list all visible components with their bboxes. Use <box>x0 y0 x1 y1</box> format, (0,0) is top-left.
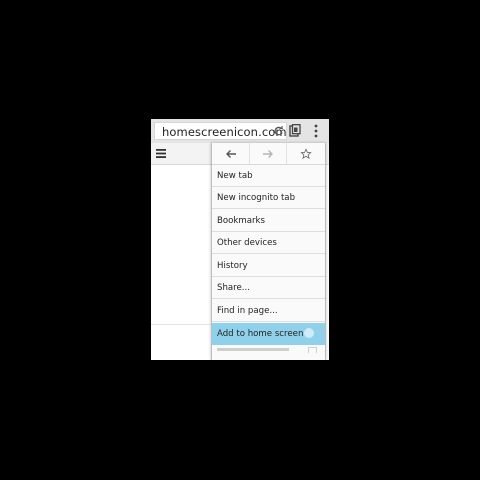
menu-item-label: Find in page... <box>217 306 278 316</box>
menu-item-label: Other devices <box>217 238 277 248</box>
address-bar: homescreenicon.com <box>151 119 329 143</box>
menu-item-label: Share... <box>217 283 250 293</box>
menu-item-history[interactable]: History <box>212 255 325 277</box>
checkbox-icon <box>308 347 317 353</box>
browser-screen: homescreenicon.com New tab New incognito… <box>151 119 329 360</box>
star-icon <box>300 148 312 159</box>
menu-item-label: New tab <box>217 171 253 181</box>
page-divider <box>151 324 213 325</box>
menu-item-share[interactable]: Share... <box>212 277 325 299</box>
back-button[interactable] <box>212 143 250 164</box>
menu-item-cut-off[interactable] <box>212 346 325 360</box>
menu-item-cut-off-text <box>217 348 289 351</box>
menu-item-label: Bookmarks <box>217 216 266 226</box>
menu-item-find-in-page[interactable]: Find in page... <box>212 300 325 322</box>
menu-item-label: New incognito tab <box>217 193 296 203</box>
bookmark-star-button[interactable] <box>287 143 325 164</box>
back-arrow-icon <box>225 149 236 158</box>
touch-indicator <box>304 328 314 338</box>
hamburger-menu-icon[interactable] <box>156 149 166 158</box>
menu-item-label: History <box>217 261 248 271</box>
menu-item-new-incognito-tab[interactable]: New incognito tab <box>212 187 325 209</box>
menu-item-other-devices[interactable]: Other devices <box>212 232 325 254</box>
reload-icon[interactable] <box>273 126 284 137</box>
url-text: homescreenicon.com <box>162 125 287 139</box>
menu-item-bookmarks[interactable]: Bookmarks <box>212 210 325 232</box>
forward-arrow-icon <box>263 149 273 158</box>
forward-button[interactable] <box>250 143 287 164</box>
menu-item-add-to-home-screen[interactable]: Add to home screen <box>212 323 325 345</box>
menu-item-label: Add to home screen <box>217 329 304 339</box>
tabs-icon[interactable] <box>289 124 301 137</box>
menu-item-new-tab[interactable]: New tab <box>212 165 325 187</box>
overflow-menu-icon[interactable] <box>311 124 321 138</box>
overflow-menu: New tab New incognito tab Bookmarks Othe… <box>211 143 326 360</box>
menu-nav-row <box>212 143 325 165</box>
url-field[interactable]: homescreenicon.com <box>154 122 287 140</box>
